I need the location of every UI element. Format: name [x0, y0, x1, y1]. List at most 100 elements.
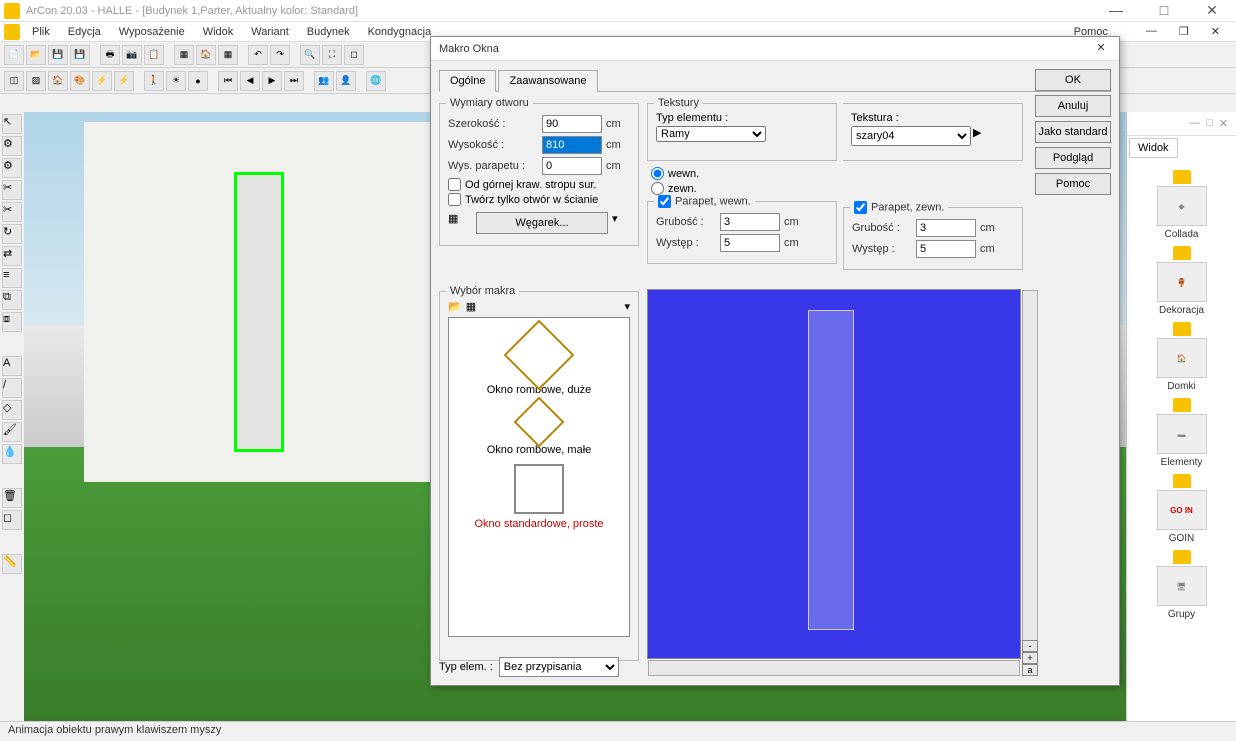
panel-tab-widok[interactable]: Widok [1129, 138, 1178, 158]
typelem-select[interactable]: Bez przypisania [499, 657, 619, 677]
ok-button[interactable]: OK [1035, 69, 1111, 91]
radio-zewn[interactable] [651, 182, 664, 195]
copy-icon[interactable]: 📋 [144, 45, 164, 65]
sun-icon[interactable]: ☀ [166, 71, 186, 91]
zoom-minus-icon[interactable]: - [1022, 640, 1038, 652]
menu-plik[interactable]: Plik [24, 24, 58, 40]
macro-item-romb-small[interactable]: Okno rombowe, małe [453, 404, 625, 456]
type-select[interactable]: Ramy [656, 126, 766, 142]
window-minimize-button[interactable]: — [1096, 2, 1136, 19]
ruler-icon[interactable]: 📏 [2, 554, 22, 574]
zoom-icon[interactable]: 🔍 [300, 45, 320, 65]
grid-icon[interactable]: ▦ [218, 45, 238, 65]
view3d-icon[interactable]: 🏠 [48, 71, 68, 91]
delete-icon[interactable]: 🗑 [2, 488, 22, 508]
menu-kondygnacja[interactable]: Kondygnacja [360, 24, 440, 40]
mdi-close-button[interactable]: ✕ [1203, 23, 1228, 40]
zoom-fit-icon[interactable]: ⛶ [322, 45, 342, 65]
square-icon[interactable]: ◻ [2, 510, 22, 530]
panel-max-icon[interactable]: □ [1206, 117, 1213, 130]
people-icon[interactable]: 👥 [314, 71, 334, 91]
width-input[interactable] [542, 115, 602, 133]
help-button[interactable]: Pomoc [1035, 173, 1111, 195]
gear-icon[interactable]: ⚙ [2, 136, 22, 156]
zoom-plus-icon[interactable]: + [1022, 652, 1038, 664]
person-icon[interactable]: 👤 [336, 71, 356, 91]
tab-ogolne[interactable]: Ogólne [439, 70, 496, 92]
mirror-icon[interactable]: ⇄ [2, 246, 22, 266]
new-icon[interactable]: 📄 [4, 45, 24, 65]
macro-item-romb-large[interactable]: Okno rombowe, duże [453, 330, 625, 396]
preview-scroll-v[interactable] [1022, 290, 1038, 658]
scissors-icon[interactable]: ✂ [2, 180, 22, 200]
paint-icon[interactable]: 🖌 [2, 422, 22, 442]
shape-icon[interactable]: ◇ [2, 400, 22, 420]
chk-top-edge[interactable] [448, 178, 461, 191]
eyedrop-icon[interactable]: 💧 [2, 444, 22, 464]
color-icon[interactable]: 🎨 [70, 71, 90, 91]
sill-out-thick-input[interactable] [916, 219, 976, 237]
texture-select[interactable]: szary04 [851, 126, 971, 146]
globe-icon[interactable]: 🌐 [366, 71, 386, 91]
sill-out-over-input[interactable] [916, 240, 976, 258]
catalog-item-collada[interactable]: ◆Collada [1131, 170, 1232, 240]
record-icon[interactable]: ● [188, 71, 208, 91]
light-icon[interactable]: ⚡ [92, 71, 112, 91]
standard-button[interactable]: Jako standard [1035, 121, 1111, 143]
tab-zaawansowane[interactable]: Zaawansowane [498, 70, 597, 92]
save-as-icon[interactable]: 💾 [70, 45, 90, 65]
group-icon[interactable]: ⧉ [2, 290, 22, 310]
sill-input[interactable] [542, 157, 602, 175]
menu-widok[interactable]: Widok [195, 24, 242, 40]
catalog-item-domki[interactable]: 🏠Domki [1131, 322, 1232, 392]
preview-button[interactable]: Podgląd [1035, 147, 1111, 169]
select-all-icon[interactable]: ◫ [4, 71, 24, 91]
flash-icon[interactable]: ⚡ [114, 71, 134, 91]
camera-icon[interactable]: 📷 [122, 45, 142, 65]
panel-min-icon[interactable]: — [1189, 117, 1200, 130]
macro-folder-icon[interactable]: 📂 [448, 300, 462, 313]
text-icon[interactable]: A [2, 356, 22, 376]
rotate-icon[interactable]: ↻ [2, 224, 22, 244]
house-icon[interactable]: 🏠 [196, 45, 216, 65]
panel-close-icon[interactable]: ✕ [1219, 117, 1228, 130]
mdi-minimize-button[interactable]: — [1138, 23, 1165, 40]
menu-budynek[interactable]: Budynek [299, 24, 358, 40]
zoom-fit-icon[interactable]: a [1022, 664, 1038, 676]
lintel-icon[interactable]: ▦ [448, 212, 472, 234]
print-icon[interactable]: 🖶 [100, 45, 120, 65]
lintel-dropdown-icon[interactable]: ▾ [612, 212, 630, 234]
mdi-restore-button[interactable]: ❐ [1171, 23, 1197, 40]
cancel-button[interactable]: Anuluj [1035, 95, 1111, 117]
chk-only-hole[interactable] [448, 193, 461, 206]
open-icon[interactable]: 📂 [26, 45, 46, 65]
menu-wariant[interactable]: Wariant [243, 24, 297, 40]
undo-icon[interactable]: ↶ [248, 45, 268, 65]
last-icon[interactable]: ⏭ [284, 71, 304, 91]
zoom-rect-icon[interactable]: ◻ [344, 45, 364, 65]
window-close-button[interactable]: ✕ [1192, 2, 1232, 19]
walk-icon[interactable]: 🚶 [144, 71, 164, 91]
macro-grid-icon[interactable]: ▦ [466, 300, 476, 313]
line-icon[interactable]: / [2, 378, 22, 398]
prev-icon[interactable]: ◀ [240, 71, 260, 91]
sill-in-over-input[interactable] [720, 234, 780, 252]
texture-browse-icon[interactable]: ▶ [973, 126, 991, 146]
redo-icon[interactable]: ↷ [270, 45, 290, 65]
cursor-icon[interactable]: ↖ [2, 114, 22, 134]
macro-list[interactable]: Okno rombowe, duże Okno rombowe, małe Ok… [448, 317, 630, 637]
align-icon[interactable]: ≡ [2, 268, 22, 288]
radio-wewn[interactable] [651, 167, 664, 180]
chk-parapet-wewn[interactable] [658, 195, 671, 208]
menu-wyposazenie[interactable]: Wyposażenie [111, 24, 193, 40]
catalog-item-goin[interactable]: GO INGOIN [1131, 474, 1232, 544]
catalog-item-elementy[interactable]: ▬Elementy [1131, 398, 1232, 468]
next-icon[interactable]: ▶ [262, 71, 282, 91]
menu-edycja[interactable]: Edycja [60, 24, 109, 40]
window-preview[interactable]: - + a [647, 289, 1021, 659]
macro-item-standard[interactable]: Okno standardowe, proste [453, 464, 625, 530]
gear2-icon[interactable]: ⚙ [2, 158, 22, 178]
catalog-item-grupy[interactable]: 🖥Grupy [1131, 550, 1232, 620]
height-input[interactable] [542, 136, 602, 154]
cut-icon[interactable]: ✂ [2, 202, 22, 222]
